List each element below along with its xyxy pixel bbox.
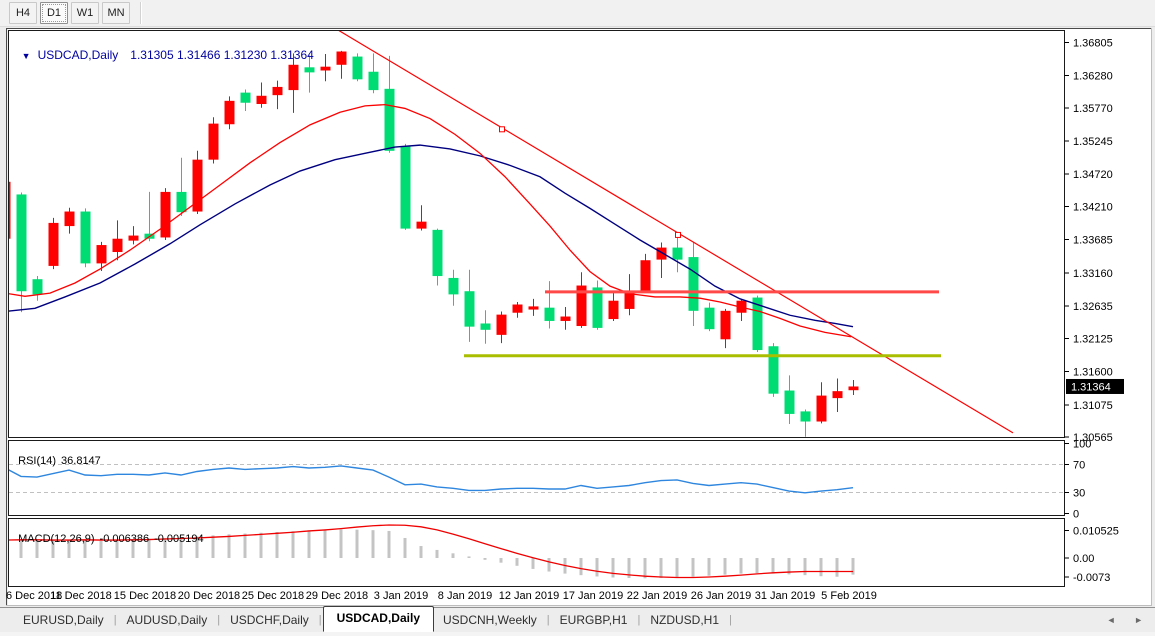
- mt4-window: { "toolbar": { "timeframes": [ {"label":…: [0, 0, 1155, 636]
- svg-text:1.34720: 1.34720: [1073, 169, 1113, 181]
- timeframe-button-mn[interactable]: MN: [102, 2, 130, 24]
- tab-eurgbp-h1[interactable]: EURGBP,H1: [551, 610, 637, 630]
- timeframe-button-h4[interactable]: H4: [9, 2, 37, 24]
- svg-text:1.36280: 1.36280: [1073, 71, 1113, 83]
- svg-text:0: 0: [1073, 509, 1079, 521]
- timeframe-button-d1[interactable]: D1: [40, 2, 68, 24]
- svg-text:0.00: 0.00: [1073, 553, 1094, 565]
- svg-text:30: 30: [1073, 488, 1085, 500]
- svg-text:70: 70: [1073, 460, 1085, 472]
- macd-name: MACD(12,26,9): [18, 533, 94, 545]
- svg-text:1.33160: 1.33160: [1073, 268, 1113, 280]
- svg-text:25 Dec 2018: 25 Dec 2018: [242, 590, 304, 602]
- chart-tabbar: EURUSD,Daily|AUDUSD,Daily|USDCHF,Daily|U…: [0, 607, 1155, 632]
- tab-scroll-right-icon[interactable]: ►: [1134, 615, 1143, 625]
- status-strip: [0, 632, 1155, 636]
- tab-audusd-daily[interactable]: AUDUSD,Daily: [118, 610, 217, 630]
- tab-usdcnh-weekly[interactable]: USDCNH,Weekly: [434, 610, 546, 630]
- timeframe-button-w1[interactable]: W1: [71, 2, 99, 24]
- svg-text:100: 100: [1073, 439, 1091, 451]
- svg-text:1.31364: 1.31364: [1071, 381, 1111, 393]
- svg-text:1.32125: 1.32125: [1073, 333, 1113, 345]
- symbol-dropdown-icon[interactable]: ▼: [22, 51, 31, 61]
- svg-text:1.31600: 1.31600: [1073, 367, 1113, 379]
- svg-text:0.010525: 0.010525: [1073, 526, 1119, 538]
- tab-eurusd-daily[interactable]: EURUSD,Daily: [14, 610, 113, 630]
- macd-signal-value: -0.005194: [154, 533, 204, 545]
- trendline-anchor[interactable]: [676, 232, 681, 237]
- svg-text:1.32635: 1.32635: [1073, 301, 1113, 313]
- svg-text:20 Dec 2018: 20 Dec 2018: [178, 590, 240, 602]
- tab-usdchf-daily[interactable]: USDCHF,Daily: [221, 610, 318, 630]
- svg-text:3 Jan 2019: 3 Jan 2019: [374, 590, 428, 602]
- rsi-value: 36.8147: [61, 455, 101, 467]
- svg-text:22 Jan 2019: 22 Jan 2019: [627, 590, 688, 602]
- rsi-name: RSI(14): [18, 455, 56, 467]
- rsi-indicator-label: RSI(14) 36.8147: [12, 443, 106, 467]
- svg-text:1.34210: 1.34210: [1073, 201, 1113, 213]
- tab-separator: |: [728, 614, 733, 626]
- chart-ohlc-values: 1.31305 1.31466 1.31230 1.31364: [130, 48, 314, 62]
- macd-indicator-label: MACD(12,26,9) -0.006386 -0.005194: [12, 521, 209, 545]
- timeframe-toolbar: H4D1W1MN: [0, 0, 1155, 27]
- macd-main-value: -0.006386: [100, 533, 150, 545]
- toolbar-separator: [140, 2, 142, 24]
- svg-text:5 Feb 2019: 5 Feb 2019: [821, 590, 877, 602]
- current-price-tag: 1.31364: [1066, 379, 1124, 394]
- timeframe-buttons: H4D1W1MN: [9, 2, 133, 24]
- svg-text:1.31075: 1.31075: [1073, 400, 1113, 412]
- svg-text:17 Jan 2019: 17 Jan 2019: [563, 590, 624, 602]
- svg-text:-0.0073: -0.0073: [1073, 572, 1110, 584]
- svg-text:12 Jan 2019: 12 Jan 2019: [499, 590, 560, 602]
- chart-symbol-label: USDCAD,Daily: [38, 48, 119, 62]
- svg-text:1.36805: 1.36805: [1073, 37, 1113, 49]
- trendline-anchor[interactable]: [500, 127, 505, 132]
- svg-text:15 Dec 2018: 15 Dec 2018: [114, 590, 176, 602]
- chart-title: ▼ USDCAD,Daily 1.31305 1.31466 1.31230 1.3…: [15, 34, 314, 62]
- svg-text:26 Jan 2019: 26 Jan 2019: [691, 590, 752, 602]
- svg-text:1.35245: 1.35245: [1073, 136, 1113, 148]
- tab-scroll-nav: ◄ ►: [1091, 615, 1143, 625]
- svg-text:1.33685: 1.33685: [1073, 235, 1113, 247]
- tab-nzdusd-h1[interactable]: NZDUSD,H1: [641, 610, 728, 630]
- chart-tabs: EURUSD,Daily|AUDUSD,Daily|USDCHF,Daily|U…: [14, 609, 733, 631]
- tab-separator: |: [318, 614, 323, 626]
- svg-text:11 Dec 2018: 11 Dec 2018: [50, 590, 112, 602]
- tab-usdcad-daily[interactable]: USDCAD,Daily: [323, 606, 434, 632]
- svg-text:1.35770: 1.35770: [1073, 103, 1113, 115]
- tab-scroll-left-icon[interactable]: ◄: [1107, 615, 1116, 625]
- time-axis[interactable]: 6 Dec 201811 Dec 201815 Dec 201820 Dec 2…: [6, 590, 877, 602]
- svg-text:31 Jan 2019: 31 Jan 2019: [755, 590, 816, 602]
- svg-text:29 Dec 2018: 29 Dec 2018: [306, 590, 368, 602]
- svg-text:8 Jan 2019: 8 Jan 2019: [438, 590, 492, 602]
